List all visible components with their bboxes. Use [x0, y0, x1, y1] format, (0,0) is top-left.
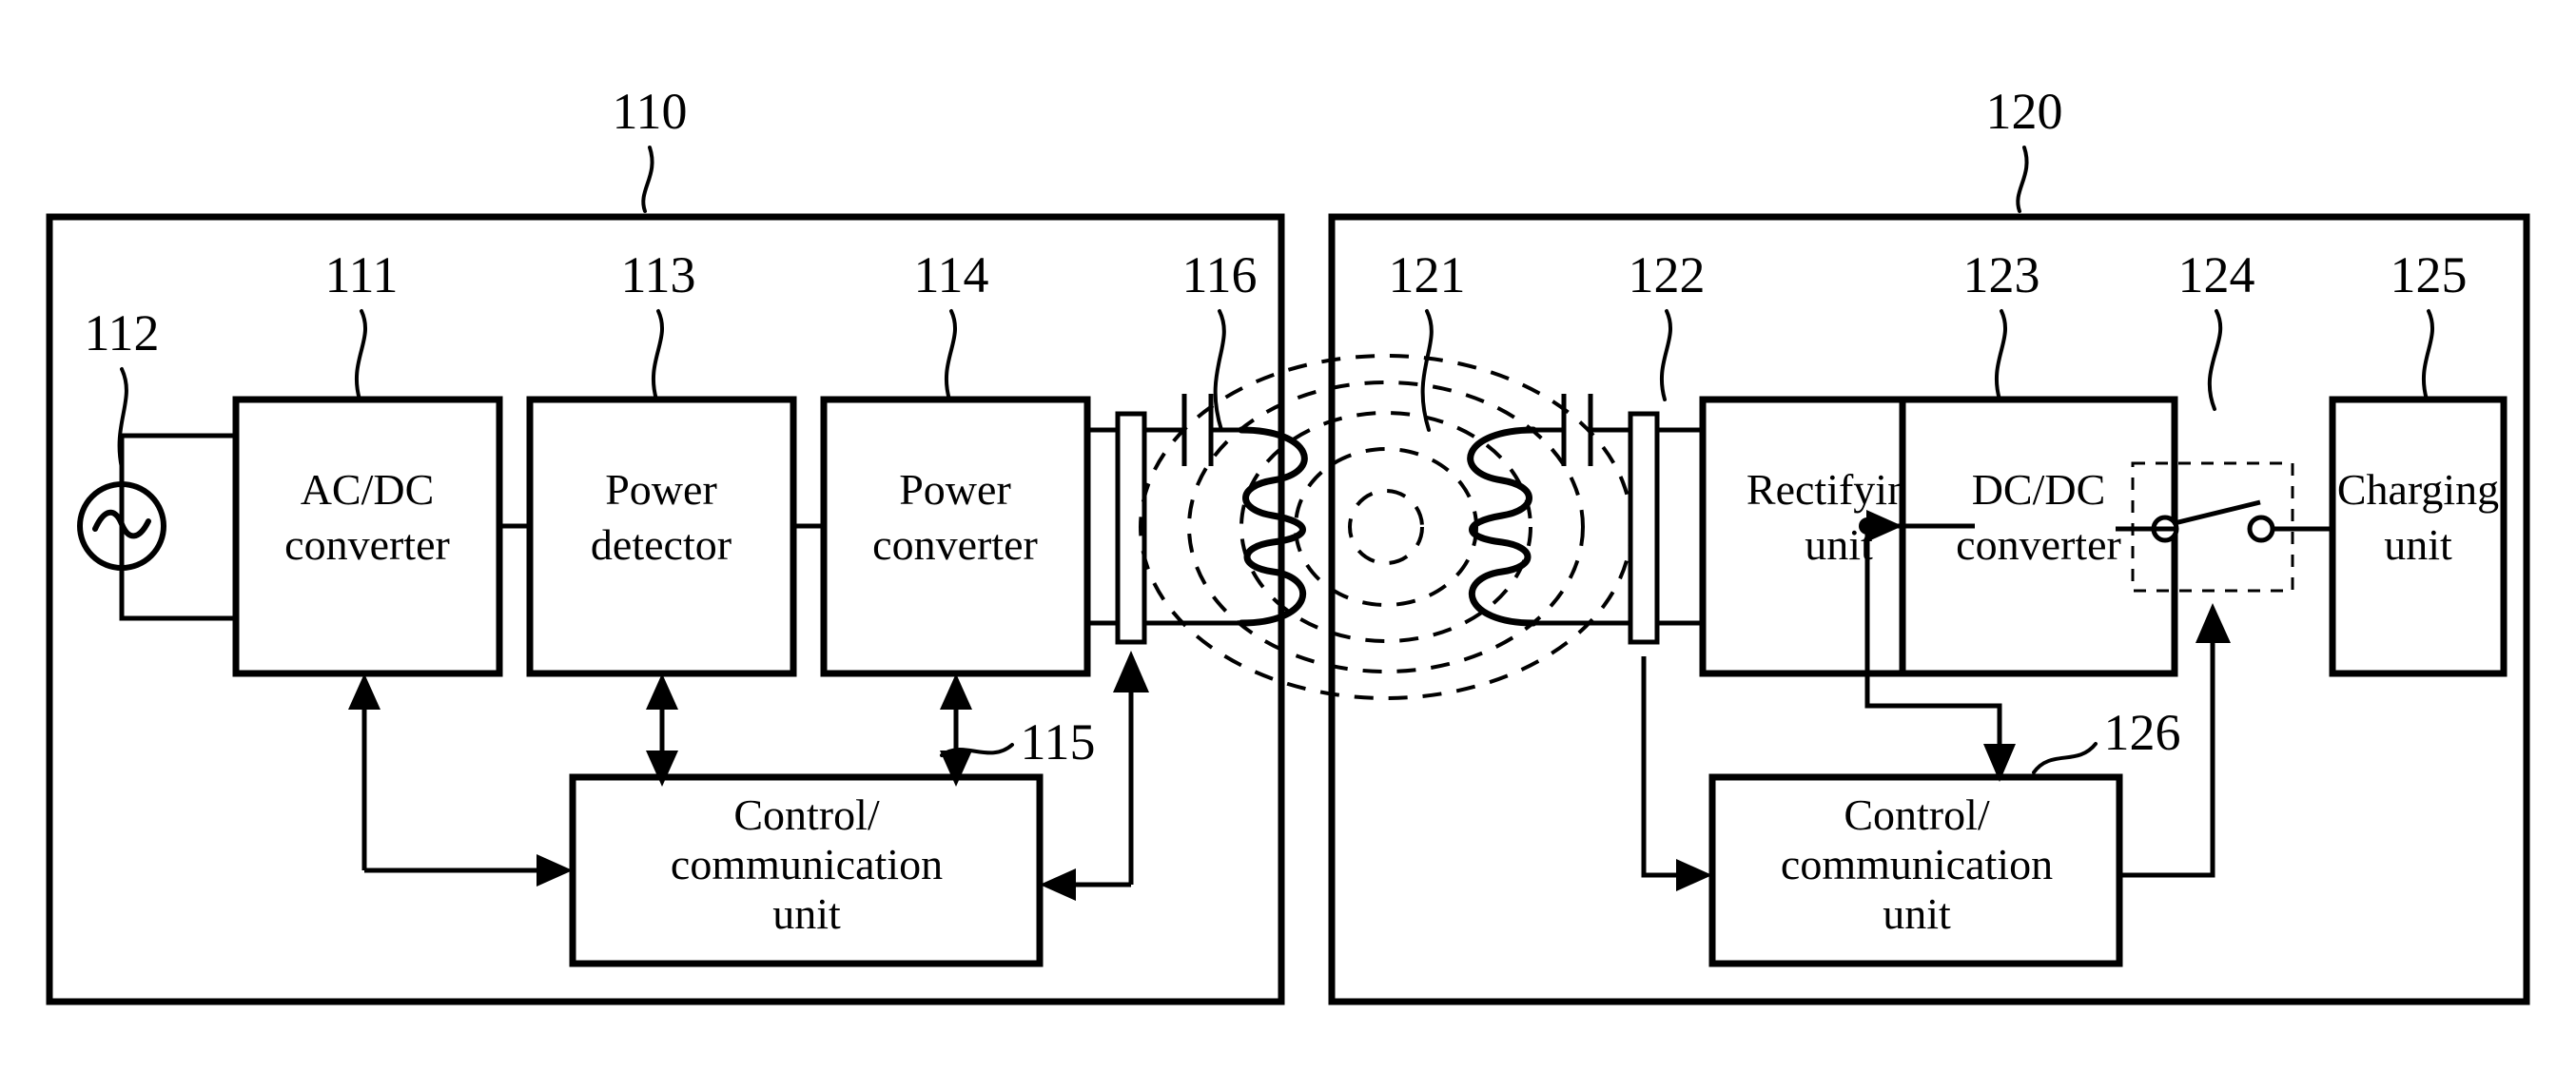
- wire-ac-bottom: [119, 568, 238, 621]
- ref-114: 114: [914, 246, 989, 303]
- ref-122: 122: [1629, 246, 1706, 303]
- block-power-converter[interactable]: 114 Power converter: [793, 246, 1091, 677]
- ref-125: 125: [2391, 246, 2468, 303]
- tx-control-unit-label-line3: unit: [772, 889, 841, 938]
- ref-126: 126: [2104, 704, 2181, 761]
- tx-control-unit-label-line1: Control/: [733, 790, 880, 839]
- field-line-3: [1239, 411, 1532, 643]
- power-detector-label-line1: Power: [605, 465, 717, 514]
- tx-arrow-resonator-head: [1113, 651, 1149, 692]
- ref-111: 111: [325, 246, 399, 303]
- field-line-1: [1348, 489, 1424, 565]
- leader-125: [2421, 309, 2434, 401]
- magnetic-field-coupling: [1139, 354, 1633, 700]
- ref-116: 116: [1182, 246, 1258, 303]
- charging-unit-label-line2: unit: [2384, 520, 2452, 569]
- power-detector-label-line2: detector: [591, 520, 732, 569]
- tx-arrow-acdc-head: [348, 673, 381, 710]
- block-acdc-converter[interactable]: 111 AC/DC converter: [232, 246, 503, 677]
- dcdc-converter-label-line2: converter: [1956, 520, 2121, 569]
- acdc-converter-label-line1: AC/DC: [301, 465, 435, 514]
- leader-111: [354, 309, 367, 401]
- ref-124: 124: [2178, 246, 2255, 303]
- rx-control-unit-label-line1: Control/: [1844, 790, 1990, 839]
- ref-112: 112: [85, 304, 160, 361]
- field-line-2: [1294, 447, 1478, 607]
- acdc-converter-label-line2: converter: [284, 520, 450, 569]
- ref-120: 120: [1986, 83, 2063, 140]
- tx-control-unit-label-line2: communication: [671, 840, 943, 888]
- transmit-resonator-group[interactable]: 116: [1087, 246, 1308, 645]
- block-dcdc-converter[interactable]: 123 DC/DC converter: [1859, 246, 2178, 677]
- leader-116: [1213, 309, 1226, 432]
- block-diagram-canvas: 110 112 111 AC/DC converter 113 Power de…: [46, 83, 2530, 1005]
- rx-tuning-bar-icon[interactable]: [1628, 411, 1660, 645]
- leader-122: [1659, 309, 1672, 401]
- rx-arrow-head-into-control-left: [1676, 859, 1712, 891]
- rx-arrow-head-into-switch: [2195, 603, 2231, 643]
- tx-arrow-into-control-right-head: [1040, 868, 1076, 901]
- patent-figure: 110 112 111 AC/DC converter 113 Power de…: [0, 0, 2576, 1092]
- ref-110: 110: [613, 83, 688, 140]
- ref-123: 123: [1963, 246, 2040, 303]
- ref-115: 115: [1021, 713, 1096, 770]
- rx-control-unit-label-line2: communication: [1781, 840, 2053, 888]
- power-converter-label-line2: converter: [872, 520, 1038, 569]
- ref-113: 113: [621, 246, 696, 303]
- field-line-4: [1187, 380, 1585, 673]
- leader-113: [651, 309, 664, 401]
- switch-blade-icon: [2174, 499, 2261, 526]
- field-line-5: [1139, 354, 1633, 700]
- leader-123: [1994, 309, 2007, 401]
- rx-wire-resonator-to-control: [1641, 656, 1682, 878]
- tx-arrow-detector-head-up: [646, 673, 678, 710]
- transmit-coil-icon: [1238, 426, 1308, 627]
- ref-121: 121: [1389, 246, 1466, 303]
- charging-unit-label-line1: Charging: [2337, 465, 2499, 514]
- leader-121: [1420, 309, 1434, 432]
- leader-120: [2016, 146, 2029, 213]
- receive-resonator-group[interactable]: 121: [1389, 246, 1704, 645]
- dcdc-converter-label-line1: DC/DC: [1972, 465, 2106, 514]
- wire-ac-top: [119, 433, 238, 484]
- tx-arrow-converter-head-up: [940, 673, 972, 710]
- ac-source-group[interactable]: 112: [77, 304, 238, 621]
- block-charging-unit[interactable]: 125 Charging unit: [2329, 246, 2508, 677]
- switch-terminal-right-icon: [2247, 515, 2275, 543]
- rx-control-unit[interactable]: Control/ communication unit 126: [1708, 704, 2181, 967]
- rx-control-unit-label-line3: unit: [1883, 889, 1951, 938]
- power-converter-label-line1: Power: [899, 465, 1011, 514]
- leader-114: [944, 309, 957, 401]
- leader-126: [2032, 742, 2098, 774]
- block-power-detector[interactable]: 113 Power detector: [499, 246, 797, 677]
- leader-124: [2207, 309, 2223, 411]
- leader-110: [641, 146, 654, 213]
- tx-arrow-into-control-left-head: [537, 854, 573, 887]
